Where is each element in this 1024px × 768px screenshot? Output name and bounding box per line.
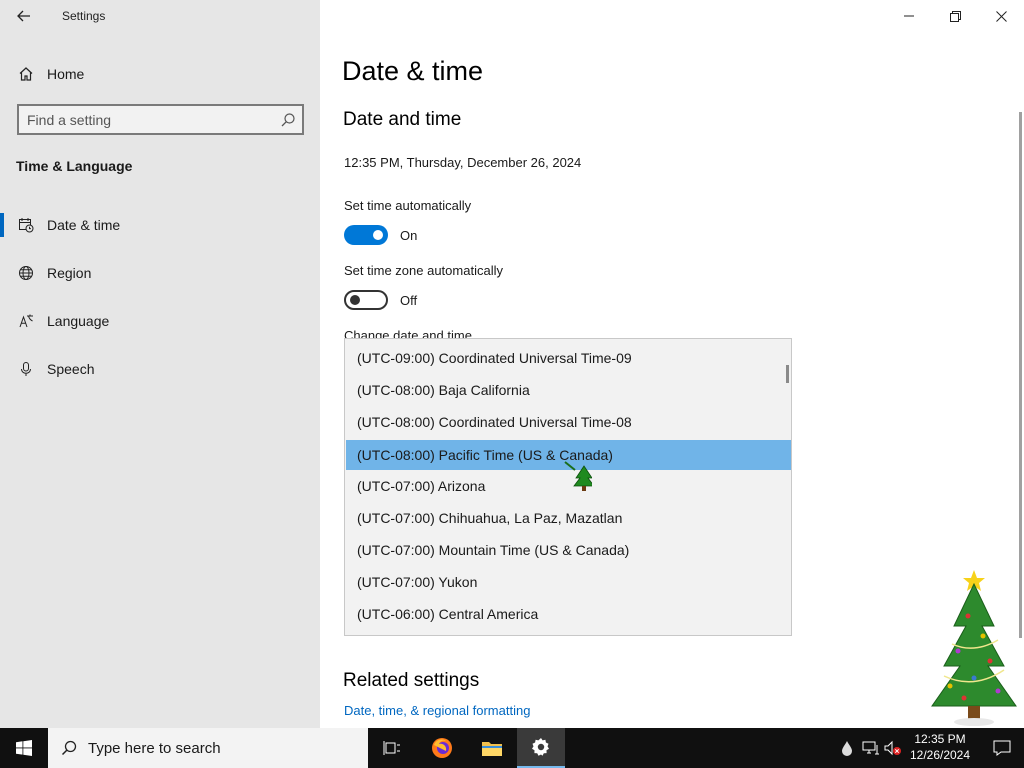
back-arrow-icon <box>17 10 30 22</box>
taskbar-search-placeholder: Type here to search <box>88 740 221 757</box>
notification-icon <box>993 740 1011 756</box>
timezone-option[interactable]: (UTC-09:00) Coordinated Universal Time-0… <box>346 343 791 373</box>
clock-time: 12:35 PM <box>914 732 966 746</box>
file-explorer-icon <box>482 742 502 756</box>
firefox-button[interactable] <box>418 728 466 768</box>
set-time-auto-label: Set time automatically <box>344 198 472 213</box>
close-icon <box>995 10 1007 22</box>
set-zone-auto-toggle[interactable] <box>344 290 388 310</box>
sidebar-item-label: Region <box>47 265 92 281</box>
sidebar-item-home[interactable]: Home <box>0 58 320 90</box>
sidebar-item-label: Language <box>47 313 110 329</box>
volume-muted-icon[interactable] <box>884 738 902 758</box>
current-datetime: 12:35 PM, Thursday, December 26, 2024 <box>344 155 582 170</box>
sidebar-item-region[interactable]: Region <box>0 255 320 291</box>
set-time-auto-state: On <box>400 228 418 243</box>
search-icon <box>61 740 77 756</box>
timezone-option[interactable]: (UTC-07:00) Yukon <box>346 567 791 597</box>
find-setting-input[interactable] <box>27 110 277 130</box>
app-title: Settings <box>62 9 106 23</box>
minimize-icon <box>904 15 914 17</box>
task-view-button[interactable] <box>368 728 416 768</box>
search-icon <box>280 112 296 128</box>
timezone-option[interactable]: (UTC-07:00) Chihuahua, La Paz, Mazatlan <box>346 503 791 533</box>
sidebar-item-label: Date & time <box>47 217 121 233</box>
timezone-option[interactable]: (UTC-08:00) Baja California <box>346 375 791 405</box>
timezone-option[interactable]: (UTC-08:00) Coordinated Universal Time-0… <box>346 407 791 437</box>
find-setting-box[interactable] <box>17 104 304 135</box>
sidebar-item-speech[interactable]: Speech <box>0 351 320 387</box>
sidebar-item-label: Home <box>47 66 85 82</box>
microphone-icon <box>17 360 35 378</box>
related-settings-title: Related settings <box>343 670 480 691</box>
toggle-knob <box>373 230 383 240</box>
dropdown-scrollbar-thumb[interactable] <box>786 365 789 383</box>
sidebar-item-label: Speech <box>47 361 95 377</box>
timezone-option[interactable]: (UTC-07:00) Mountain Time (US & Canada) <box>346 535 791 565</box>
restore-icon <box>949 10 961 22</box>
christmas-tree-icon <box>931 570 1017 726</box>
calendar-clock-icon <box>17 216 35 234</box>
settings-taskbar-button[interactable] <box>517 728 565 768</box>
timezone-option[interactable]: (UTC-06:00) Central America <box>346 599 791 629</box>
restore-button[interactable] <box>932 0 978 32</box>
start-button[interactable] <box>0 728 48 768</box>
section-title: Date and time <box>343 109 462 130</box>
notification-center-button[interactable] <box>982 728 1022 768</box>
sidebar-item-date-time[interactable]: Date & time <box>0 207 320 243</box>
firefox-icon <box>432 738 452 758</box>
back-button[interactable] <box>10 4 38 28</box>
task-view-icon <box>383 741 400 755</box>
taskbar: Type here to search 12:35 PM 12/26/2024 <box>0 728 1024 768</box>
globe-icon <box>17 264 35 282</box>
settings-icon <box>532 738 549 756</box>
close-button[interactable] <box>978 0 1024 32</box>
set-zone-auto-state: Off <box>400 293 418 308</box>
page-scrollbar[interactable] <box>1019 112 1022 638</box>
sidebar-item-language[interactable]: Language <box>0 303 320 339</box>
clock-date: 12/26/2024 <box>909 748 971 762</box>
set-time-auto-toggle[interactable] <box>344 225 388 245</box>
taskbar-clock[interactable]: 12:35 PM 12/26/2024 <box>903 731 977 763</box>
file-explorer-button[interactable] <box>468 728 516 768</box>
tree-cursor-icon <box>564 461 592 491</box>
tray-droplet-icon[interactable] <box>838 738 856 758</box>
toggle-knob <box>350 295 360 305</box>
taskbar-search-box[interactable]: Type here to search <box>48 728 368 768</box>
section-heading: Time & Language <box>16 158 133 174</box>
home-icon <box>17 65 35 83</box>
language-icon <box>17 312 35 330</box>
network-icon[interactable] <box>862 738 880 758</box>
page-title: Date & time <box>342 56 484 86</box>
sidebar: Settings Home Time & Language Date & tim… <box>0 0 320 728</box>
regional-formatting-link[interactable]: Date, time, & regional formatting <box>344 703 530 718</box>
set-zone-auto-label: Set time zone automatically <box>344 263 503 278</box>
windows-logo-icon <box>16 740 32 756</box>
minimize-button[interactable] <box>886 0 932 32</box>
